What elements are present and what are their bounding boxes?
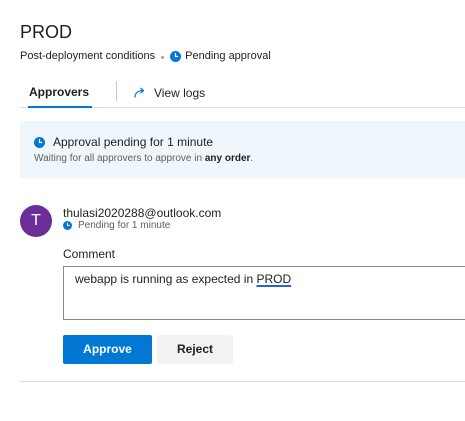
spellcheck-flagged-word: PROD: [256, 272, 292, 286]
view-logs-arrow-icon: [134, 87, 145, 98]
approval-panel: PROD Post-deployment conditions Pending …: [0, 0, 465, 421]
selected-tab-indicator: [28, 106, 92, 108]
info-banner: Approval pending for 1 minute Waiting fo…: [20, 121, 465, 178]
banner-heading-text: Approval pending for 1 minute: [53, 135, 214, 149]
section-divider: [20, 381, 465, 382]
tab-view-logs[interactable]: View logs: [133, 83, 205, 103]
clock-icon: [63, 221, 72, 230]
clock-icon: [34, 136, 45, 148]
comment-text-prefix: webapp is running as expected in: [75, 272, 257, 286]
clock-icon: [170, 50, 182, 62]
approve-button[interactable]: Approve: [63, 335, 152, 364]
page-title: PROD: [20, 22, 73, 42]
banner-subtext-prefix: Waiting for all approvers to approve in: [34, 153, 205, 164]
avatar: T: [20, 205, 52, 237]
approver-email: thulasi2020288@outlook.com: [63, 206, 222, 220]
tab-view-logs-label: View logs: [154, 86, 206, 100]
banner-subtext: Waiting for all approvers to approve in …: [34, 153, 253, 164]
comment-text: webapp is running as expected in PROD: [75, 272, 291, 286]
comment-label: Comment: [63, 247, 116, 261]
approver-status-text: Pending for 1 minute: [78, 220, 171, 231]
banner-heading: Approval pending for 1 minute: [34, 135, 213, 149]
approval-status: Pending approval: [185, 50, 271, 62]
tab-divider: [116, 81, 117, 101]
stage-subtitle: Post-deployment conditions Pending appro…: [20, 49, 271, 63]
separator-dot: [161, 55, 165, 59]
banner-subtext-suffix: .: [250, 153, 254, 164]
tab-approvers-label: Approvers: [29, 85, 90, 99]
tab-bar: Approvers View logs: [20, 77, 465, 108]
banner-subtext-emphasis: any order: [204, 153, 251, 164]
comment-field[interactable]: webapp is running as expected in PROD: [63, 266, 465, 320]
tab-approvers[interactable]: Approvers: [20, 77, 95, 108]
conditions-label: Post-deployment conditions: [20, 50, 156, 62]
approver-status: Pending for 1 minute: [63, 220, 170, 231]
reject-button[interactable]: Reject: [157, 335, 233, 364]
